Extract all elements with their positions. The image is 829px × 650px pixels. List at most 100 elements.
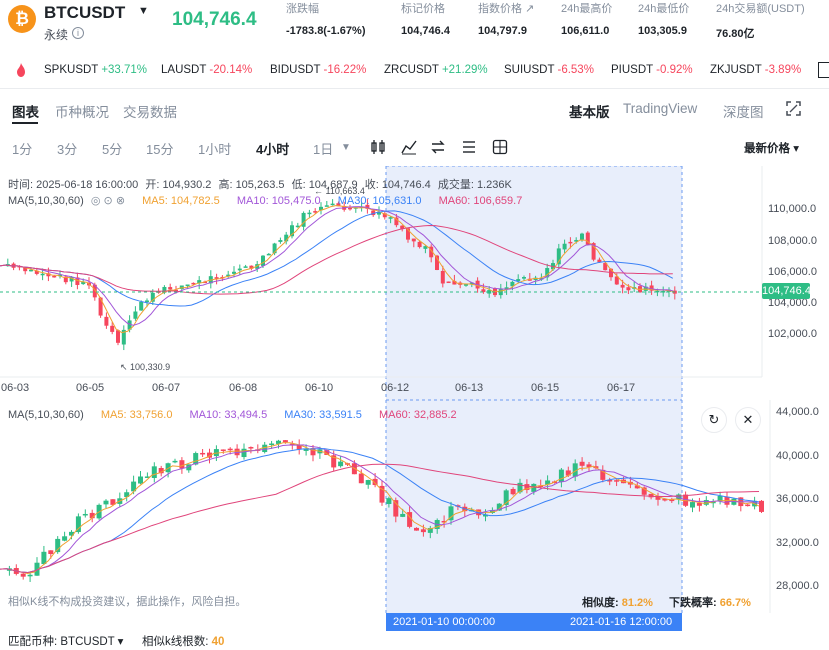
ticker-item[interactable]: ZRCUSDT +21.29% [384,64,488,76]
hot-ticker-bar: SPKUSDT +33.71% LAUSDT -20.14% BIDUSDT -… [0,58,829,84]
y-tick: 108,000.0 [768,235,817,247]
interval-1m[interactable]: 1分 [12,139,32,158]
candle-top [440,270,445,284]
candle-top [307,212,312,215]
match-coin-select[interactable]: 匹配币种: BTCUSDT ▾ [8,633,123,649]
candle-top [139,301,144,311]
x-tick: 06-10 [305,382,334,394]
swap-icon[interactable] [430,139,446,155]
interval-1d[interactable]: 1日 [313,139,333,158]
candle-bottom [269,443,275,446]
ticker-item[interactable]: PIUSDT -0.92% [611,64,693,76]
similar-count: 相似k线根数: 40 [142,636,225,648]
candle-bottom [338,461,344,467]
x-tick: 06-17 [607,382,636,394]
candle-bottom [179,460,185,469]
stat-24h-low: 24h最低价 103,305.9 [638,3,690,37]
interval-1h[interactable]: 1小时 [198,139,231,158]
settings-icon[interactable] [492,139,508,155]
refresh-icon[interactable]: ↻ [701,407,727,433]
candle-top [411,238,416,242]
view-basic[interactable]: 基本版 [569,101,610,121]
chevron-down-icon[interactable]: ▼ [341,142,351,153]
info-icon[interactable]: i [72,27,84,39]
candle-top [626,287,631,291]
close-icon[interactable]: ✕ [735,407,761,433]
interval-5m[interactable]: 5分 [102,139,122,158]
last-price: 104,746.4 [172,9,257,30]
candle-bottom [82,513,88,516]
candle-bottom [41,551,47,565]
candle-bottom [200,452,206,455]
candle-top [243,266,248,268]
stat-24h-high: 24h最高价 106,611.0 [561,3,613,37]
ticker-item[interactable]: BIDUSDT -16.22% [270,64,366,76]
stat-mark-price: 标记价格 104,746.4 [401,3,450,37]
ticker-more-icon[interactable] [818,62,829,78]
y-tick: 32,000.0 [776,537,819,549]
price-type-select[interactable]: 最新价格 ▾ [744,140,799,156]
y-tick: 110,000.0 [768,203,817,215]
candle-top [261,255,265,266]
candle-bottom [614,480,620,482]
tab-underline [12,122,38,124]
interval-3m[interactable]: 3分 [57,139,77,158]
candle-top [104,316,109,326]
candle-bottom [241,448,247,458]
candle-bottom [759,500,764,512]
candle-type-icon[interactable] [370,139,386,155]
candle-top [568,241,573,244]
disclaimer: 相似K线不构成投资建议，据此操作，风险自担。 [8,596,247,608]
contract-type: 永续 [44,28,69,42]
x-tick: 06-15 [531,382,560,394]
candle-bottom [386,498,392,504]
ticker-item[interactable]: SUIUSDT -6.53% [504,64,594,76]
view-tradingview[interactable]: TradingView [623,101,697,116]
interval-4h[interactable]: 4小时 [256,139,289,158]
tab-chart[interactable]: 图表 [12,101,39,121]
eye-icon[interactable]: ◎ ⊙ ⊗ [91,195,125,207]
candle-bottom [220,449,226,451]
expand-icon[interactable] [786,101,801,116]
candle-top [168,287,173,290]
candle-top [580,233,584,240]
list-icon[interactable] [461,139,477,155]
x-tick: 06-13 [455,382,484,394]
interval-15m[interactable]: 15分 [146,139,173,158]
view-depth[interactable]: 深度图 [723,101,764,121]
candle-bottom [248,447,254,449]
indicator-icon[interactable] [401,139,417,155]
y-tick: 106,000.0 [768,266,817,278]
x-tick: 06-07 [152,382,181,394]
match-end-date: 2021-01-16 12:00:00 [570,616,673,628]
ohlc-info: 时间: 2025-06-18 16:00:00 开: 104,930.2 高: … [8,179,512,191]
candle-bottom [282,440,288,443]
chevron-down-icon[interactable]: ▼ [138,5,149,17]
candle-bottom [48,550,54,555]
low-price-label: ↖ 100,330.9 [120,362,171,372]
high-price-label: ← 110,663.4 [314,186,365,196]
candle-bottom [20,573,26,577]
y-tick: 28,000.0 [776,580,819,592]
stat-change: 涨跌幅 -1783.8(-1.67%) [286,3,366,37]
candle-bottom [579,461,585,466]
ticker-item[interactable]: ZKJUSDT -3.89% [710,64,801,76]
candle-top [232,271,236,274]
stat-index-price[interactable]: 指数价格 ↗ 104,797.9 [478,0,534,37]
tab-coin-overview[interactable]: 币种概况 [55,101,109,121]
match-start-date: 2021-01-10 00:00:00 [393,616,496,628]
symbol-name[interactable]: BTCUSDT [44,3,125,23]
ma-legend-bottom: MA(5,10,30,60) MA5: 33,756.0 MA10: 33,49… [8,409,457,421]
candle-top [110,325,115,332]
candle-top [133,311,138,319]
tab-trade-data[interactable]: 交易数据 [123,101,177,121]
y-tick: 44,000.0 [776,406,819,418]
candle-top [237,268,242,271]
candle-bottom [62,536,68,541]
candle-top [464,284,468,286]
ticker-item[interactable]: LAUSDT -20.14% [161,64,252,76]
stat-24h-volume: 24h交易额(USDT) 76.80亿 [716,3,805,40]
ticker-item[interactable]: SPKUSDT +33.71% [44,64,147,76]
bitcoin-icon: ₿ [8,5,36,33]
kline-chart[interactable] [0,166,829,633]
